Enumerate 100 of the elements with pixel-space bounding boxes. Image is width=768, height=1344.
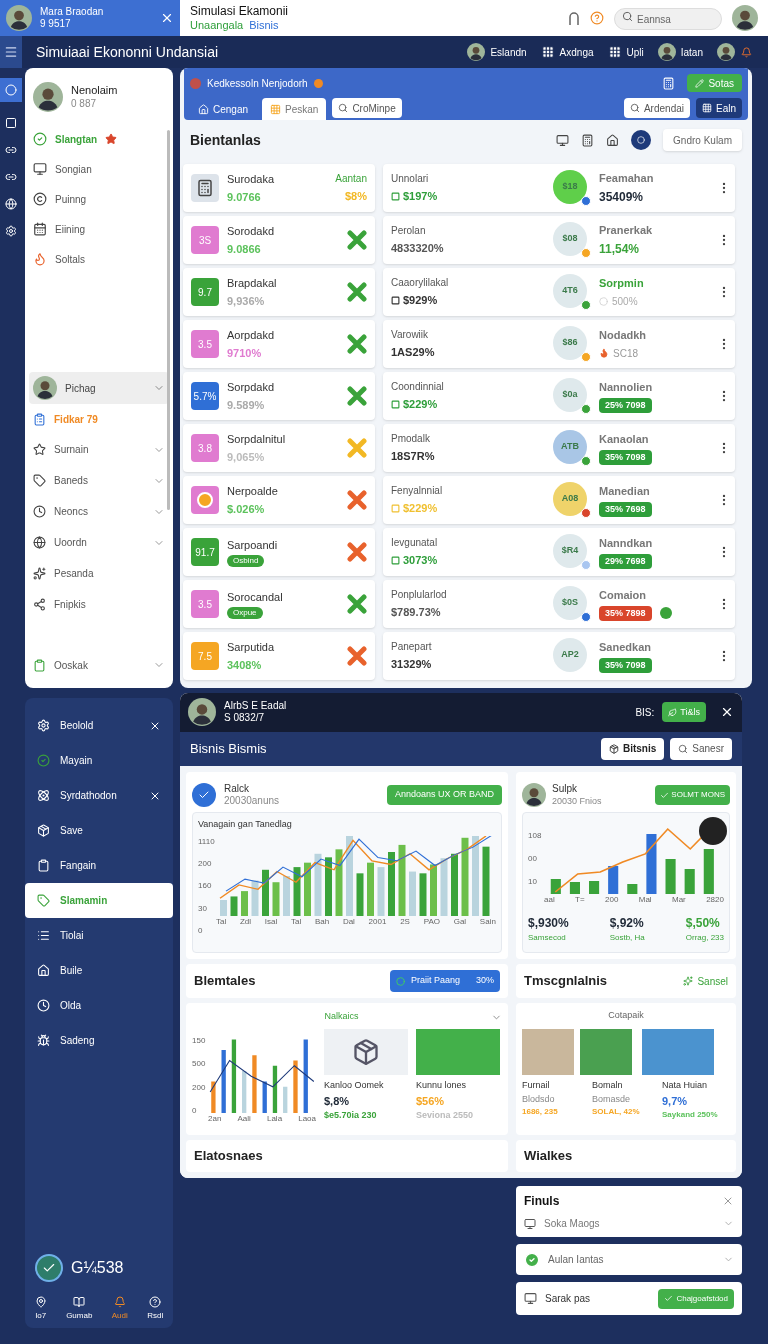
calculator-icon[interactable]: [662, 76, 676, 90]
nav-item[interactable]: Mayain: [25, 743, 173, 778]
nav-item[interactable]: Fangain: [25, 848, 173, 883]
axis-label: Mar: [672, 894, 686, 906]
pin-icon: [34, 1296, 47, 1308]
chart-bar: [419, 872, 427, 916]
monitor-icon[interactable]: [556, 133, 570, 147]
item-label: Sanedkan: [599, 640, 651, 655]
tag-icon: [33, 474, 46, 487]
nav-item[interactable]: Olda: [25, 988, 173, 1023]
home-icon: [37, 964, 50, 977]
bottom-tab[interactable]: Rsdl: [147, 1296, 164, 1322]
monitor-icon: [524, 1292, 537, 1305]
square-icon[interactable]: [5, 117, 17, 129]
header-link[interactable]: Iatan: [680, 44, 703, 60]
item-name: Nerpoalde: [227, 483, 279, 499]
sidebar-item[interactable]: Songian: [55, 161, 92, 177]
sidebar-item[interactable]: Soltals: [55, 251, 85, 267]
group-header[interactable]: Pichag: [29, 372, 169, 404]
home-icon[interactable]: [606, 133, 620, 147]
avatar: [717, 43, 735, 61]
bottom-tab[interactable]: Io7: [34, 1296, 47, 1322]
sidebar-item[interactable]: Ooskak: [54, 657, 145, 673]
search-button[interactable]: Ardendai: [623, 98, 690, 118]
bottom-tab[interactable]: Gumab: [66, 1296, 93, 1322]
settings-icon[interactable]: [5, 225, 17, 237]
item-value: $197%: [403, 189, 438, 205]
chart-bar: [272, 881, 280, 916]
chart-bar: [252, 1055, 257, 1113]
sidebar-item[interactable]: Surnain: [54, 442, 145, 457]
item-value: 4833320%: [391, 241, 444, 257]
tab[interactable]: Cengan: [190, 98, 257, 120]
globe-icon[interactable]: [5, 198, 17, 210]
search-icon: [338, 103, 349, 113]
nav-item[interactable]: Sadeng: [25, 1023, 173, 1058]
item-name: Nata Huian: [662, 1079, 709, 1092]
chart-bar: [646, 834, 657, 894]
select-field[interactable]: Soka Maogs: [544, 1216, 715, 1231]
item-label: Comaion: [599, 588, 647, 603]
progress-button[interactable]: Praiit Paang 30%: [390, 970, 500, 992]
nav-item[interactable]: Tiolai: [25, 918, 173, 953]
status-pill: Osbind: [227, 555, 265, 568]
filter-button[interactable]: CroMinpe: [332, 98, 402, 118]
value-pill: 35% 7098: [599, 449, 652, 465]
item-sub: Blodsdo: [522, 1092, 556, 1106]
header-link[interactable]: Eslandn: [490, 44, 527, 60]
clipboard-icon: [37, 859, 50, 872]
axis-label: 200: [605, 894, 619, 906]
axis-label: Laoa: [298, 1113, 316, 1125]
thumbnail: 3.8: [191, 434, 219, 462]
chart-bar: [221, 1050, 226, 1113]
search-icon: [622, 10, 633, 22]
calculator-icon[interactable]: [581, 133, 595, 147]
item-name: Surodaka: [227, 171, 276, 187]
header-link[interactable]: Axdnga: [559, 44, 594, 60]
bottom-tab[interactable]: Audi: [111, 1296, 128, 1322]
item-caption: $e5.70ia 230: [324, 1109, 378, 1122]
axis-label: 0: [192, 1105, 198, 1117]
bell-icon[interactable]: [741, 46, 752, 58]
nav-item[interactable]: Buile: [25, 953, 173, 988]
chart-bar: [293, 1060, 298, 1113]
sidebar-item[interactable]: Puinng: [55, 191, 87, 207]
section-title: Tmscgnlalnis: [524, 972, 609, 991]
sidebar-item[interactable]: Eiining: [55, 221, 86, 237]
filter-button[interactable]: Gndro Kulam: [663, 129, 742, 151]
link-icon[interactable]: [5, 171, 17, 183]
sidebar-item[interactable]: Pesanda: [54, 566, 165, 581]
tab[interactable]: Peskan: [262, 98, 327, 120]
score-badge: A08: [553, 482, 587, 516]
logo-text: G¼538: [71, 1258, 124, 1278]
photo-placeholder: [580, 1029, 632, 1075]
chart-bar: [262, 1081, 267, 1113]
toggle-icon[interactable]: [631, 130, 652, 150]
nav-item[interactable]: Syrdathodon: [25, 778, 173, 813]
link-icon[interactable]: [5, 144, 17, 156]
item-name: Sarpoandi: [227, 537, 279, 553]
nav-item[interactable]: Beolold: [25, 708, 173, 743]
item-label: Kanaolan: [599, 432, 649, 447]
view-button[interactable]: Ealn: [696, 98, 742, 118]
business-button[interactable]: Bitsnis: [600, 737, 665, 760]
sidebar-item[interactable]: Baneds: [54, 473, 145, 488]
item-name: Sarputida: [227, 639, 276, 655]
nav-item[interactable]: Save: [25, 813, 173, 848]
chart-bar: [398, 844, 406, 916]
search-button[interactable]: Sanesr: [670, 737, 732, 760]
sidebar-item[interactable]: Neoncs: [54, 504, 145, 519]
sidebar-item[interactable]: Uoordn: [54, 535, 145, 550]
circle-icon[interactable]: [5, 84, 17, 96]
card-heading: Cotapaik: [607, 1009, 645, 1022]
select-field[interactable]: Aulan Iantas: [516, 1244, 742, 1275]
bug-icon: [37, 1034, 50, 1047]
item-value: 31329%: [391, 657, 432, 673]
search-field[interactable]: Eannsa: [614, 8, 722, 31]
menu-icon[interactable]: [4, 45, 18, 59]
arch-icon[interactable]: [568, 11, 580, 25]
axis-label: 30: [198, 902, 208, 915]
header-link[interactable]: Upli: [626, 44, 644, 60]
item-value: 18S7R%: [391, 449, 435, 465]
sidebar-item[interactable]: Fnipkis: [54, 597, 165, 612]
chart-bar: [283, 1086, 288, 1113]
